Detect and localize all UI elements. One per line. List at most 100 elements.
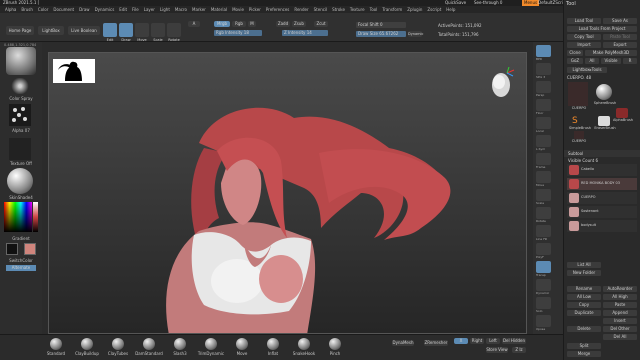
subtool-row[interactable]: bodysuit xyxy=(567,220,637,232)
shelf-polyf-button[interactable]: PolyF xyxy=(536,243,551,259)
lightbox-button[interactable]: LightBox xyxy=(38,26,64,35)
scale-mode-button[interactable]: Scale xyxy=(151,23,165,42)
duplicate-button[interactable]: Duplicate xyxy=(567,310,601,316)
dynamesh-button[interactable]: DynaMesh xyxy=(392,340,414,346)
load-tool-button[interactable]: Load Tool xyxy=(567,18,601,24)
append-button[interactable]: Append xyxy=(603,310,637,316)
new-folder-button[interactable]: New Folder xyxy=(567,270,601,276)
menu-movie[interactable]: Movie xyxy=(232,6,244,13)
all-button[interactable]: All xyxy=(585,58,599,64)
draw-size-slider[interactable]: Draw Size 65.67262 xyxy=(356,31,406,37)
menu-document[interactable]: Document xyxy=(53,6,74,13)
trimdynamic-brush-icon[interactable] xyxy=(205,338,217,350)
menu-zplugin[interactable]: Zplugin xyxy=(407,6,422,13)
brush-thumbnail[interactable] xyxy=(6,47,36,75)
menu-layer[interactable]: Layer xyxy=(144,6,155,13)
edit-mode-button[interactable]: Edit xyxy=(103,23,117,42)
menu-light[interactable]: Light xyxy=(160,6,170,13)
visible-button[interactable]: Visible xyxy=(601,58,621,64)
export-button[interactable]: Export xyxy=(603,42,637,48)
del-other-button[interactable]: Del Other xyxy=(603,326,637,332)
zcut-button[interactable]: Zcut xyxy=(314,21,328,27)
shelf-rotate-button[interactable]: Rotate xyxy=(536,207,551,223)
color-spray-stroke-thumbnail[interactable] xyxy=(8,78,32,94)
menu-marker[interactable]: Marker xyxy=(192,6,206,13)
paste-tool-button[interactable]: Paste Tool xyxy=(603,34,637,40)
menu-edit[interactable]: Edit xyxy=(119,6,127,13)
mrgb-button[interactable]: Mrgb xyxy=(214,21,230,27)
tool-cuerpo-thumbnail[interactable] xyxy=(568,82,588,106)
right-view-button[interactable]: Right xyxy=(470,338,484,344)
slash3-brush-icon[interactable] xyxy=(174,338,186,350)
list-all-button[interactable]: List All xyxy=(567,262,601,268)
save-as-button[interactable]: Save As xyxy=(603,18,637,24)
load-tools-from-project-button[interactable]: Load Tools From Project xyxy=(567,26,637,32)
copy-tool-button[interactable]: Copy Tool xyxy=(567,34,601,40)
alternate-button[interactable]: Alternate xyxy=(6,265,36,271)
standard-brush-icon[interactable] xyxy=(50,338,62,350)
rgb-intensity-slider[interactable]: Rgb Intensity 18 xyxy=(214,30,262,36)
focal-shift-slider[interactable]: Focal Shift 0 xyxy=(356,22,406,28)
store-view-button[interactable]: Store View xyxy=(486,347,508,353)
main-color-swatch[interactable] xyxy=(6,243,18,255)
move-mode-button[interactable]: Move xyxy=(135,23,149,42)
lightbox-tools-button[interactable]: Lightbox▸Tools xyxy=(567,67,607,73)
sphere-brush-icon[interactable] xyxy=(596,84,612,100)
m-button[interactable]: M xyxy=(248,21,256,27)
autoreorder-button[interactable]: AutoReorder xyxy=(603,286,637,292)
shelf-transp-button[interactable]: Transp xyxy=(536,261,551,277)
shelf-xpose-button[interactable]: Xpose xyxy=(536,315,551,331)
shelf-persp-button[interactable]: Persp xyxy=(536,81,551,97)
damstandard-brush-icon[interactable] xyxy=(143,338,155,350)
pinch-brush-icon[interactable] xyxy=(329,338,341,350)
shelf-solo-button[interactable]: Solo xyxy=(536,297,551,313)
switch-color-label[interactable]: SwitchColor xyxy=(0,258,42,263)
r-button[interactable]: R xyxy=(623,58,637,64)
menu-macro[interactable]: Macro xyxy=(175,6,187,13)
subtool-row[interactable]: Cabello xyxy=(567,164,637,176)
live-boolean-button[interactable]: Live Boolean xyxy=(68,26,100,35)
menu-stencil[interactable]: Stencil xyxy=(314,6,328,13)
delete-button[interactable]: Delete xyxy=(567,326,601,332)
subtool-header[interactable]: Subtool xyxy=(564,150,640,157)
subtool-row[interactable]: Sostenant xyxy=(567,206,637,218)
insert-button[interactable]: Insert xyxy=(603,318,637,324)
dynamic-button[interactable]: Dynamic xyxy=(408,31,423,37)
home-page-button[interactable]: Home Page xyxy=(6,26,34,35)
rotate-mode-button[interactable]: Rotate xyxy=(167,23,181,42)
sculpt-model[interactable] xyxy=(49,53,527,334)
paste-button[interactable]: Paste xyxy=(603,302,637,308)
color-picker[interactable] xyxy=(4,202,32,232)
eraser-brush-icon[interactable] xyxy=(598,116,610,126)
rename-button[interactable]: Rename xyxy=(567,286,601,292)
symmetry-x-button[interactable]: X xyxy=(454,338,468,344)
import-button[interactable]: Import xyxy=(567,42,601,48)
shelf-bpr-button[interactable]: BPR xyxy=(536,45,551,61)
menu-material[interactable]: Material xyxy=(211,6,227,13)
menu-file[interactable]: File xyxy=(132,6,139,13)
simple-brush-icon[interactable]: S xyxy=(572,116,584,126)
shelf-line-fill-button[interactable]: Line Fill xyxy=(536,225,551,241)
material-thumbnail[interactable] xyxy=(7,168,33,194)
menu-texture[interactable]: Texture xyxy=(350,6,365,13)
claybuildup-brush-icon[interactable] xyxy=(81,338,93,350)
menu-brush[interactable]: Brush xyxy=(21,6,33,13)
shelf-floor-button[interactable]: Floor xyxy=(536,99,551,115)
menu-tool[interactable]: Tool xyxy=(370,6,378,13)
alpha-brush-icon[interactable] xyxy=(616,108,628,118)
rgb-button[interactable]: Rgb xyxy=(232,21,246,27)
make-polymesh-button[interactable]: Make PolyMesh3D xyxy=(585,50,637,56)
claytubes-brush-icon[interactable] xyxy=(112,338,124,350)
del-all-button[interactable]: Del All xyxy=(603,334,637,340)
texture-thumbnail[interactable] xyxy=(9,138,31,160)
draw-mode-button[interactable]: Draw xyxy=(119,23,133,42)
inflat-brush-icon[interactable] xyxy=(267,338,279,350)
document-canvas[interactable] xyxy=(48,52,527,334)
merge-button[interactable]: Merge xyxy=(567,351,601,357)
secondary-color-swatch[interactable] xyxy=(24,243,36,255)
tool-cuerpo2-thumbnail[interactable] xyxy=(574,131,584,139)
menu-dynamics[interactable]: Dynamics xyxy=(95,6,115,13)
menu-render[interactable]: Render xyxy=(294,6,308,13)
shelf-move-button[interactable]: Move xyxy=(536,171,551,187)
a-button[interactable]: A xyxy=(188,21,200,27)
